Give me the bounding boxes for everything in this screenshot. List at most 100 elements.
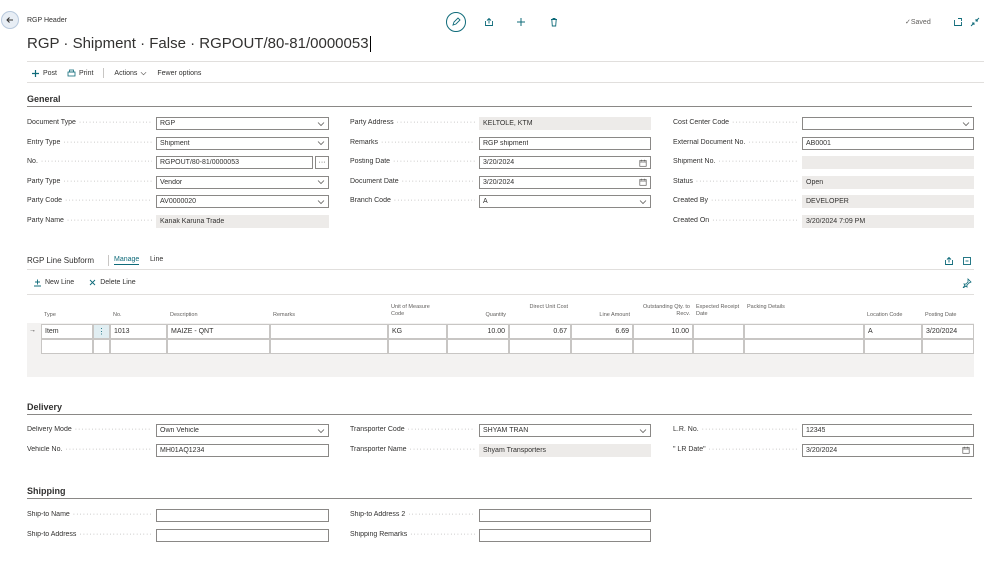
lr-date-field[interactable]: 3/20/2024 (802, 443, 974, 457)
new-button[interactable] (511, 12, 531, 32)
empty-cell-type[interactable] (41, 339, 93, 354)
empty-cell-uom[interactable] (388, 339, 447, 354)
cell-outstanding[interactable]: 10.00 (633, 324, 693, 339)
column-header-outstanding-qty-to-recv[interactable]: Outstanding Qty. to Recv. (633, 304, 693, 318)
fewer-options-button[interactable]: Fewer options (157, 70, 201, 77)
cell-type[interactable]: Item (41, 324, 93, 339)
tab-manage[interactable]: Manage (114, 256, 140, 265)
cell-posting[interactable]: 3/20/2024 (922, 324, 974, 339)
empty-cell-description[interactable] (167, 339, 270, 354)
delete-line-icon (89, 279, 96, 286)
party-code-label: Party Code ·····························… (27, 197, 152, 204)
chevron-down-icon (962, 121, 970, 126)
cost-center-code-field[interactable] (802, 117, 974, 130)
ship-to-name-field[interactable] (156, 509, 329, 522)
print-button[interactable]: Print (67, 69, 93, 78)
empty-cell-line-amount[interactable] (571, 339, 633, 354)
shipping-section-divider (27, 498, 972, 499)
empty-cell-outstanding[interactable] (633, 339, 693, 354)
print-label: Print (79, 69, 94, 77)
column-header-no[interactable]: No. (110, 312, 167, 319)
actions-menu[interactable]: Actions (114, 70, 147, 77)
branch-code-value: A (483, 198, 488, 205)
row-menu-button[interactable]: ⋮ (93, 324, 110, 339)
no-lookup-button[interactable]: ··· (315, 156, 329, 169)
column-header-posting-date[interactable]: Posting Date (922, 312, 974, 319)
cell-unit-cost[interactable]: 0.67 (509, 324, 571, 339)
column-header-type[interactable]: Type (41, 312, 93, 319)
cell-line-amount[interactable]: 6.69 (571, 324, 633, 339)
leader-dots: ········································… (407, 426, 475, 433)
delete-line-button[interactable]: Delete Line (88, 278, 136, 287)
column-header-location-code[interactable]: Location Code (864, 312, 922, 319)
cell-quantity[interactable]: 10.00 (447, 324, 509, 339)
delivery-mode-field[interactable]: Own Vehicle (156, 424, 329, 437)
empty-cell-location[interactable] (864, 339, 922, 354)
no-field[interactable]: RGPOUT/80-81/0000053 (156, 156, 313, 169)
column-header-remarks[interactable]: Remarks (270, 312, 388, 319)
status-field: Open (802, 175, 974, 189)
subform-actions: New Line Delete Line (33, 278, 150, 287)
column-header-direct-unit-cost[interactable]: Direct Unit Cost (509, 304, 571, 311)
column-header-line-amount[interactable]: Line Amount (571, 312, 633, 319)
cell-uom[interactable]: KG (388, 324, 447, 339)
party-address-label: Party Address ··························… (350, 119, 475, 126)
open-window-icon (954, 18, 962, 26)
tab-line[interactable]: Line (150, 256, 163, 263)
column-header-expected-receipt-date[interactable]: Expected Receipt Date (693, 304, 744, 318)
back-button[interactable] (1, 11, 19, 29)
branch-code-field[interactable]: A (479, 195, 651, 208)
created-on-label-text: Created On (673, 216, 710, 224)
shipping-remarks-field[interactable] (479, 528, 651, 542)
empty-cell-expected[interactable] (693, 339, 744, 354)
cell-expected[interactable] (693, 324, 744, 339)
no-label-text: No. (27, 158, 38, 165)
new-line-button[interactable]: New Line (33, 278, 74, 287)
pin-button[interactable] (957, 273, 977, 293)
vehicle-no-field[interactable]: MH01AQ1234 (156, 443, 329, 457)
arrow-left-icon (6, 17, 13, 23)
party-type-label-text: Party Type (27, 177, 61, 185)
cell-description[interactable]: MAIZE - QNT (167, 324, 270, 339)
external-document-no-field[interactable]: AB0001 (802, 136, 974, 150)
share-button[interactable] (479, 12, 499, 32)
empty-cell-packing[interactable] (744, 339, 864, 354)
vehicle-no-value: MH01AQ1234 (160, 446, 205, 454)
delete-button[interactable] (544, 12, 564, 32)
ellipsis-icon: ··· (318, 159, 326, 166)
party-type-field[interactable]: Vendor (156, 175, 329, 189)
delivery-section-title: Delivery (27, 402, 63, 412)
column-header-unit-of-measure-code[interactable]: Unit of Measure Code (388, 304, 447, 318)
remarks-field[interactable]: RGP shipment (479, 136, 651, 150)
post-button[interactable]: Post (31, 69, 57, 78)
subform-expand-button[interactable] (957, 251, 977, 271)
column-header-packing-details[interactable]: Packing Details (744, 304, 864, 311)
empty-cell-posting[interactable] (922, 339, 974, 354)
cell-packing[interactable] (744, 324, 864, 339)
document-date-field[interactable]: 3/20/2024 (479, 175, 651, 189)
subform-share-button[interactable] (939, 251, 959, 271)
transporter-code-field[interactable]: SHYAM TRAN (479, 424, 651, 437)
chevron-down-icon (317, 121, 325, 126)
column-header-quantity[interactable]: Quantity (447, 312, 509, 319)
document-type-field[interactable]: RGP (156, 117, 329, 130)
leader-dots: ········································… (409, 445, 475, 453)
empty-cell-remarks[interactable] (270, 339, 388, 354)
share-icon (485, 17, 493, 26)
cell-remarks[interactable] (270, 324, 388, 339)
party-code-field[interactable]: AV0000020 (156, 195, 329, 208)
remarks-label-text: Remarks (350, 138, 379, 146)
empty-cell-quantity[interactable] (447, 339, 509, 354)
entry-type-field[interactable]: Shipment (156, 136, 329, 150)
empty-cell-unit-cost[interactable] (509, 339, 571, 354)
ship-to-address-2-field[interactable] (479, 509, 651, 522)
posting-date-field[interactable]: 3/20/2024 (479, 156, 651, 169)
cell-no[interactable]: 1013 (110, 324, 167, 339)
ship-to-address-field[interactable] (156, 528, 329, 542)
column-header-description[interactable]: Description (167, 312, 270, 319)
empty-cell-no[interactable] (110, 339, 167, 354)
collapse-button[interactable] (965, 12, 985, 32)
edit-button[interactable] (446, 12, 466, 32)
cell-location[interactable]: A (864, 324, 922, 339)
l-r-no-field[interactable]: 12345 (802, 424, 974, 437)
